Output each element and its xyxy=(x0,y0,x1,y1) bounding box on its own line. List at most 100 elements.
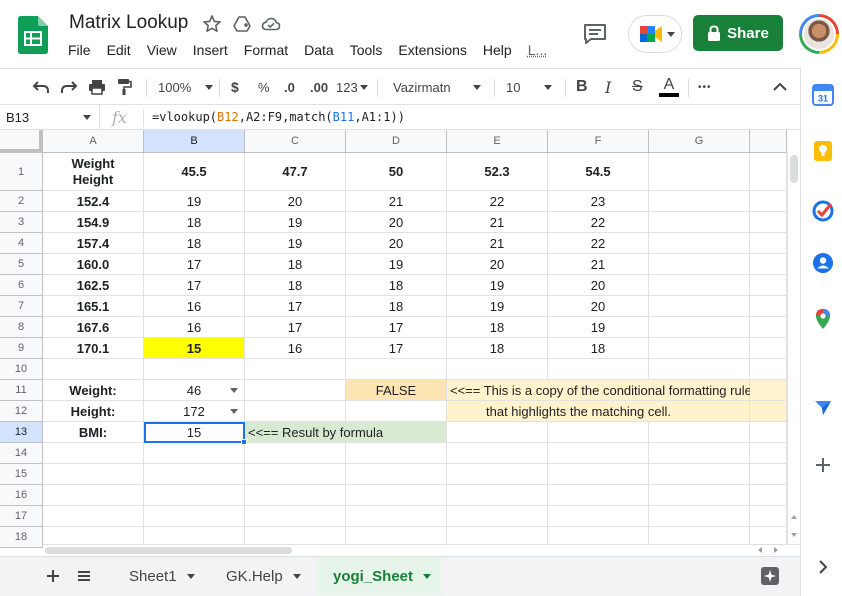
cell-empty[interactable] xyxy=(144,359,245,380)
height-header[interactable]: 152.4 xyxy=(43,191,144,212)
cell-empty[interactable] xyxy=(649,464,750,485)
dropdown-caret-icon[interactable] xyxy=(230,388,238,393)
cell-empty[interactable] xyxy=(649,317,750,338)
italic-button[interactable]: I xyxy=(605,77,611,97)
horizontal-scrollbar[interactable] xyxy=(43,544,800,556)
cell-empty[interactable] xyxy=(447,485,548,506)
menu-file[interactable]: File xyxy=(60,40,99,60)
keep-icon[interactable] xyxy=(812,140,834,162)
sheet-tab-sheet1[interactable]: Sheet1 xyxy=(117,557,207,595)
horizontal-scroll-thumb[interactable] xyxy=(45,547,292,554)
weight-header[interactable]: 47.7 xyxy=(245,153,346,191)
cell-empty[interactable] xyxy=(649,338,750,359)
scroll-down-icon[interactable] xyxy=(791,533,797,537)
sheet-tab-gk-help[interactable]: GK.Help xyxy=(214,557,313,595)
vertical-scrollbar[interactable] xyxy=(787,153,800,544)
name-box[interactable]: B13 xyxy=(0,105,100,130)
collapse-menus-button[interactable] xyxy=(773,77,787,97)
cell-empty[interactable] xyxy=(144,443,245,464)
decrease-decimals-button[interactable]: .0 xyxy=(284,77,295,97)
height-header[interactable]: 154.9 xyxy=(43,212,144,233)
fill-handle[interactable] xyxy=(241,439,247,445)
cell-empty[interactable] xyxy=(245,485,346,506)
cell-empty[interactable] xyxy=(245,443,346,464)
menu-help[interactable]: Help xyxy=(475,40,520,60)
more-formats-select[interactable]: 123 xyxy=(336,77,368,97)
bmi-value-cell[interactable]: 19 xyxy=(548,317,649,338)
bmi-value-cell[interactable]: 18 xyxy=(245,275,346,296)
bmi-value-cell[interactable]: 17 xyxy=(245,296,346,317)
row-header-3[interactable]: 3 xyxy=(0,212,43,233)
bmi-value-cell[interactable]: 18 xyxy=(346,275,447,296)
bmi-value-cell[interactable]: 22 xyxy=(548,212,649,233)
row-header-11[interactable]: 11 xyxy=(0,380,43,401)
menu-data[interactable]: Data xyxy=(296,40,342,60)
cell-empty[interactable] xyxy=(548,506,649,527)
bmi-value-cell[interactable]: 20 xyxy=(346,233,447,254)
weight-header[interactable]: 50 xyxy=(346,153,447,191)
cloud-saved-icon[interactable] xyxy=(261,14,281,34)
bmi-value-cell[interactable]: 21 xyxy=(548,254,649,275)
cell-empty[interactable] xyxy=(43,506,144,527)
bmi-value-cell[interactable]: 16 xyxy=(245,338,346,359)
weight-header[interactable]: 45.5 xyxy=(144,153,245,191)
bmi-value-cell[interactable]: 22 xyxy=(447,191,548,212)
row-header-1[interactable]: 1 xyxy=(0,153,43,191)
bmi-value-cell[interactable]: 16 xyxy=(144,317,245,338)
calendar-icon[interactable]: 31 xyxy=(812,84,834,106)
matching-cell[interactable]: 15 xyxy=(144,338,245,359)
cf-note-line1[interactable]: <<== This is a copy of the conditional f… xyxy=(447,380,752,401)
menu-tools[interactable]: Tools xyxy=(342,40,391,60)
column-header-g[interactable]: G xyxy=(649,130,750,153)
cell-empty[interactable] xyxy=(649,443,750,464)
scroll-right-icon[interactable] xyxy=(774,547,778,553)
row-header-18[interactable]: 18 xyxy=(0,527,43,548)
zoom-select[interactable]: 100% xyxy=(158,77,214,97)
cell-empty[interactable] xyxy=(649,254,750,275)
contacts-icon[interactable] xyxy=(812,252,834,274)
column-header-e[interactable]: E xyxy=(447,130,548,153)
height-header[interactable]: 165.1 xyxy=(43,296,144,317)
bmi-value-cell[interactable]: 17 xyxy=(144,254,245,275)
height-header[interactable]: 160.0 xyxy=(43,254,144,275)
row-header-12[interactable]: 12 xyxy=(0,401,43,422)
cell-empty[interactable] xyxy=(346,443,447,464)
dropdown-caret-icon[interactable] xyxy=(230,409,238,414)
chevron-right-icon[interactable] xyxy=(812,556,834,578)
spreadsheet-grid[interactable]: ABCDEFG 1 2 3 4 5 6 7 8 9 10 11 12 13 14 15 16 17 18 Weig… xyxy=(0,130,800,548)
cell-empty[interactable] xyxy=(649,359,750,380)
cell-empty[interactable] xyxy=(447,359,548,380)
redo-button[interactable] xyxy=(60,77,78,97)
cell-empty[interactable] xyxy=(447,506,548,527)
row-header-2[interactable]: 2 xyxy=(0,191,43,212)
bmi-value-cell[interactable]: 18 xyxy=(144,233,245,254)
font-size-select[interactable]: 10 xyxy=(506,77,556,97)
bmi-value-cell[interactable]: 22 xyxy=(548,233,649,254)
more-tools-button[interactable]: ••• xyxy=(698,77,712,97)
bmi-value-cell[interactable]: 19 xyxy=(447,296,548,317)
bmi-value-cell[interactable]: 21 xyxy=(346,191,447,212)
cell-empty[interactable] xyxy=(245,401,346,422)
paint-format-button[interactable] xyxy=(116,77,132,97)
vertical-scroll-thumb[interactable] xyxy=(790,155,798,183)
cell-empty[interactable] xyxy=(649,485,750,506)
menu-insert[interactable]: Insert xyxy=(185,40,236,60)
cell-empty[interactable] xyxy=(447,443,548,464)
row-header-17[interactable]: 17 xyxy=(0,506,43,527)
row-header-9[interactable]: 9 xyxy=(0,338,43,359)
bmi-value-cell[interactable]: 19 xyxy=(346,254,447,275)
cell-empty[interactable] xyxy=(43,359,144,380)
height-header[interactable]: 170.1 xyxy=(43,338,144,359)
cell-empty[interactable] xyxy=(649,275,750,296)
comment-history-icon[interactable] xyxy=(582,22,608,46)
menu-format[interactable]: Format xyxy=(236,40,296,60)
row-header-15[interactable]: 15 xyxy=(0,464,43,485)
cell-empty[interactable] xyxy=(447,422,548,443)
add-addon-icon[interactable] xyxy=(812,454,834,476)
cell-empty[interactable] xyxy=(649,191,750,212)
cell-empty[interactable] xyxy=(649,422,750,443)
weight-header[interactable]: 54.5 xyxy=(548,153,649,191)
result-note[interactable]: <<== Result by formula xyxy=(245,422,447,443)
cell-empty[interactable] xyxy=(548,359,649,380)
bmi-value-cell[interactable]: 17 xyxy=(245,317,346,338)
